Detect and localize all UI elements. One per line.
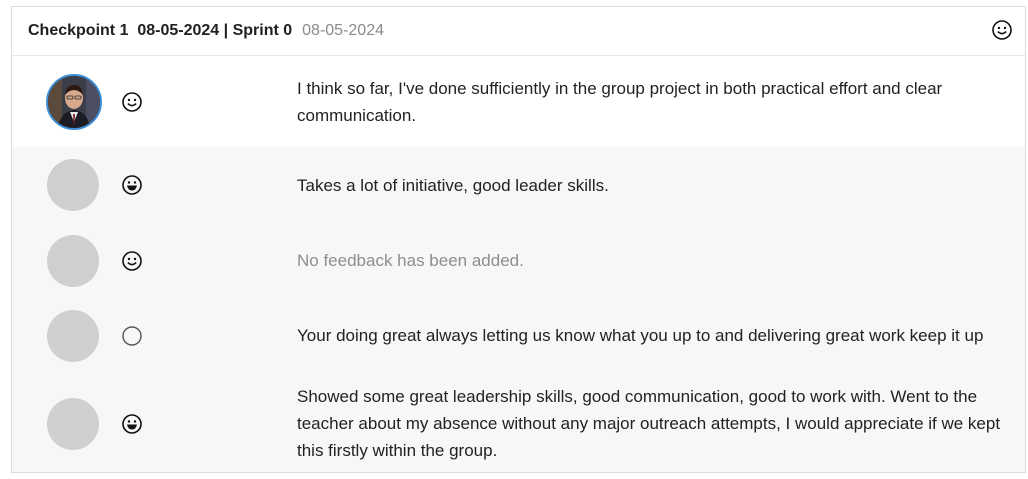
list-item: Your doing great always letting us know …: [12, 298, 1025, 373]
checkpoint-card: Checkpoint 1 08-05-2024 | Sprint 0 08-05…: [11, 6, 1026, 473]
smile-icon: [122, 91, 142, 112]
avatar: [47, 159, 99, 211]
smile-icon[interactable]: [991, 19, 1013, 41]
header-date: 08-05-2024: [302, 22, 384, 39]
list-item: Takes a lot of initiative, good leader s…: [12, 147, 1025, 223]
checkpoint-label: Checkpoint 1: [28, 22, 129, 39]
checkpoint-header: Checkpoint 1 08-05-2024 | Sprint 0 08-05…: [12, 7, 1025, 56]
list-item: No feedback has been added.: [12, 223, 1025, 298]
avatar: [47, 309, 99, 362]
empty-circle-icon: [122, 325, 142, 346]
title-separator: |: [223, 22, 229, 39]
user-photo: [48, 75, 100, 128]
feedback-text: Your doing great always letting us know …: [297, 326, 984, 345]
grin-icon: [122, 413, 142, 434]
avatar: [47, 234, 99, 287]
checkpoint-date: 08-05-2024: [137, 22, 220, 39]
checkpoint-title: Checkpoint 1 08-05-2024 | Sprint 0: [28, 22, 292, 40]
feedback-text: Showed some great leadership skills, goo…: [297, 387, 1001, 460]
peer-feedback-list: Takes a lot of initiative, good leader s…: [12, 147, 1025, 472]
grin-icon: [122, 175, 142, 195]
feedback-text: I think so far, I've done sufficiently i…: [297, 78, 943, 125]
feedback-text: No feedback has been added.: [297, 251, 524, 270]
list-item: Showed some great leadership skills, goo…: [12, 373, 1025, 472]
sprint-label: Sprint 0: [232, 22, 293, 39]
smile-icon: [122, 250, 142, 271]
feedback-text: Takes a lot of initiative, good leader s…: [297, 175, 609, 195]
avatar: [46, 73, 102, 130]
self-feedback-row: I think so far, I've done sufficiently i…: [12, 56, 1025, 147]
avatar: [47, 397, 99, 450]
